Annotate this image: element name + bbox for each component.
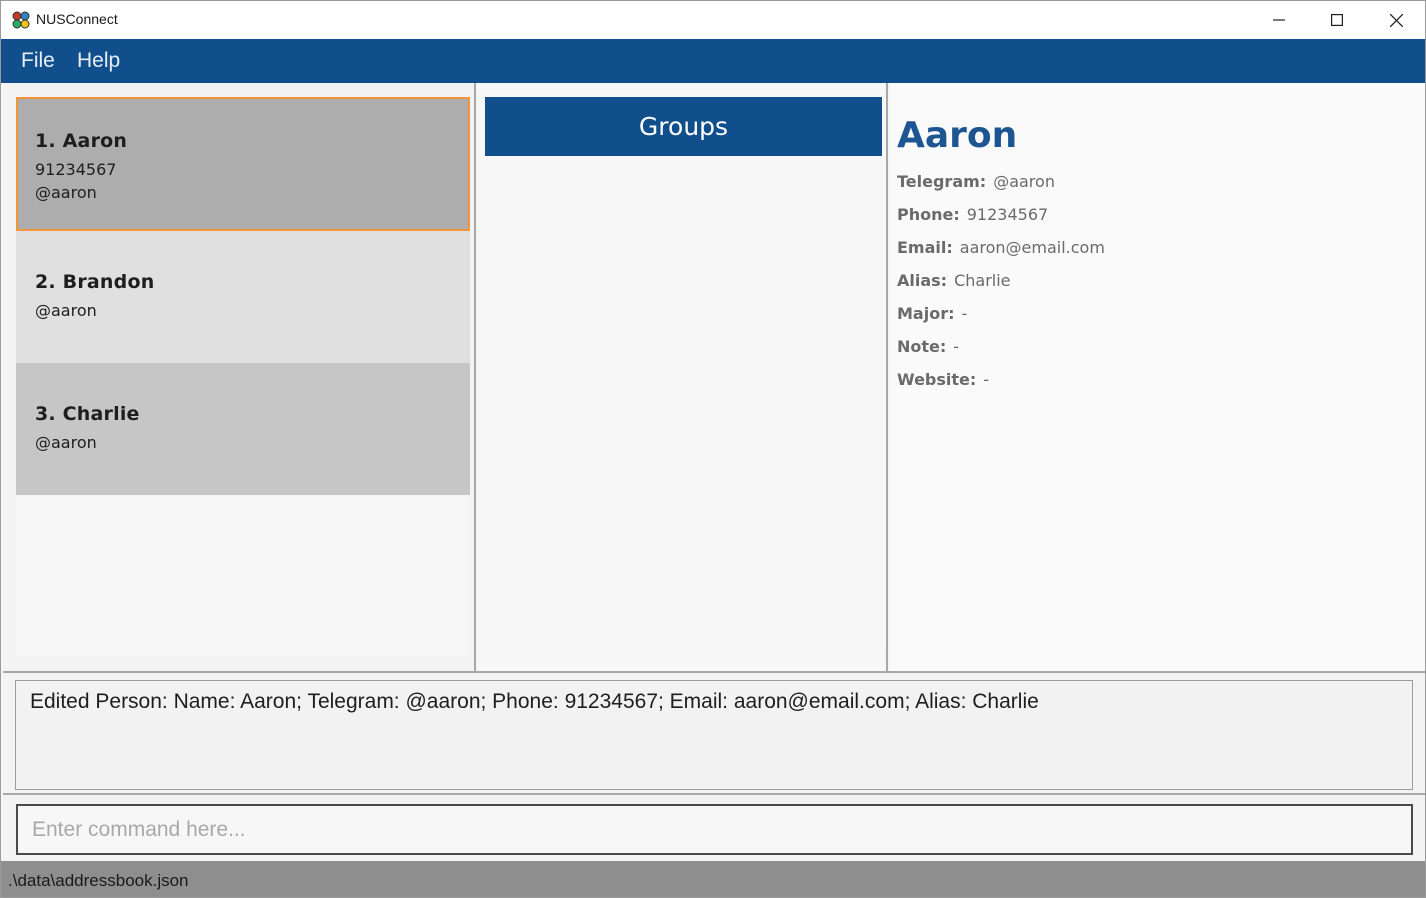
person-detail-panel: Aaron Telegram: @aaron Phone: 91234567 Ema… bbox=[890, 83, 1425, 671]
person-telegram: @aaron bbox=[35, 183, 97, 202]
minimize-icon bbox=[1273, 14, 1285, 26]
detail-email: Email: aaron@email.com bbox=[897, 238, 1105, 257]
result-display[interactable]: Edited Person: Name: Aaron; Telegram: @a… bbox=[15, 680, 1413, 790]
detail-phone: Phone: 91234567 bbox=[897, 205, 1048, 224]
person-name: 2. Brandon bbox=[35, 271, 155, 293]
maximize-button[interactable] bbox=[1308, 1, 1366, 39]
close-icon bbox=[1389, 13, 1403, 27]
app-logo-icon bbox=[11, 10, 31, 30]
detail-label: Phone: bbox=[897, 205, 960, 224]
menu-help[interactable]: Help bbox=[77, 49, 120, 73]
person-list-panel: 1. Aaron 91234567 @aaron 2. Brandon @aar… bbox=[3, 83, 476, 671]
detail-value: - bbox=[953, 337, 960, 356]
minimize-button[interactable] bbox=[1250, 1, 1308, 39]
save-location-path: .\data\addressbook.json bbox=[8, 871, 189, 890]
detail-name: Aaron bbox=[897, 115, 1018, 156]
menu-file[interactable]: File bbox=[21, 49, 55, 73]
result-display-panel: Edited Person: Name: Aaron; Telegram: @a… bbox=[3, 671, 1425, 795]
groups-list[interactable] bbox=[485, 156, 882, 644]
window-title: NUSConnect bbox=[36, 11, 118, 27]
menu-bar: File Help bbox=[1, 39, 1425, 83]
command-input[interactable] bbox=[16, 804, 1413, 855]
detail-label: Telegram: bbox=[897, 172, 987, 191]
person-name: 3. Charlie bbox=[35, 403, 140, 425]
person-card-charlie[interactable]: 3. Charlie @aaron bbox=[16, 363, 470, 495]
detail-label: Email: bbox=[897, 238, 953, 257]
person-list[interactable]: 1. Aaron 91234567 @aaron 2. Brandon @aar… bbox=[16, 97, 470, 657]
title-bar[interactable]: NUSConnect bbox=[1, 1, 1425, 39]
status-bar: .\data\addressbook.json bbox=[1, 861, 1425, 897]
groups-panel: Groups bbox=[478, 83, 888, 671]
close-button[interactable] bbox=[1367, 1, 1425, 39]
person-phone: 91234567 bbox=[35, 160, 117, 179]
detail-label: Note: bbox=[897, 337, 947, 356]
person-card-brandon[interactable]: 2. Brandon @aaron bbox=[16, 231, 470, 363]
detail-value: @aaron bbox=[993, 172, 1055, 191]
command-box-panel bbox=[3, 795, 1425, 861]
result-message: Edited Person: Name: Aaron; Telegram: @a… bbox=[30, 690, 1039, 713]
detail-label: Alias: bbox=[897, 271, 948, 290]
maximize-icon bbox=[1331, 14, 1343, 26]
person-telegram: @aaron bbox=[35, 301, 97, 320]
app-window: NUSConnect File Help 1. Aaron 91234567 @… bbox=[0, 0, 1426, 898]
detail-value: - bbox=[961, 304, 968, 323]
person-card-aaron[interactable]: 1. Aaron 91234567 @aaron bbox=[16, 97, 470, 231]
detail-value: 91234567 bbox=[966, 205, 1049, 224]
detail-value: - bbox=[983, 370, 990, 389]
detail-note: Note: - bbox=[897, 337, 959, 356]
detail-telegram: Telegram: @aaron bbox=[897, 172, 1055, 191]
detail-major: Major: - bbox=[897, 304, 967, 323]
detail-label: Website: bbox=[897, 370, 977, 389]
detail-alias: Alias: Charlie bbox=[897, 271, 1011, 290]
detail-value: aaron@email.com bbox=[959, 238, 1105, 257]
person-name: 1. Aaron bbox=[35, 130, 128, 152]
detail-label: Major: bbox=[897, 304, 955, 323]
person-telegram: @aaron bbox=[35, 433, 97, 452]
detail-website: Website: - bbox=[897, 370, 989, 389]
detail-value: Charlie bbox=[954, 271, 1011, 290]
groups-header: Groups bbox=[485, 97, 882, 156]
